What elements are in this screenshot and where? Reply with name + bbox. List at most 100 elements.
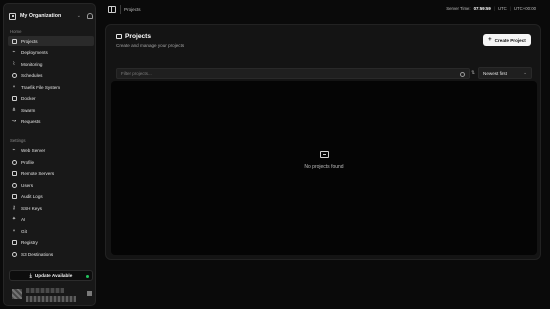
user-name-redacted (26, 288, 64, 293)
update-indicator-dot (86, 275, 89, 278)
sidebar-item-web-server[interactable]: ⌁ Web Server (8, 146, 94, 156)
sidebar-item-traefik[interactable]: ⑂ Traefik File System (8, 82, 94, 92)
plus-icon: + (488, 37, 492, 43)
sidebar-item-requests[interactable]: ↝ Requests (8, 117, 94, 127)
package-icon (11, 240, 17, 246)
update-label: Update Available (34, 273, 73, 278)
sparkle-icon: ✦ (11, 216, 17, 222)
download-icon: ⤓ (29, 272, 32, 279)
sidebar-item-users[interactable]: Users (8, 180, 94, 190)
sort-select[interactable]: Newest first ⌄ (478, 67, 532, 79)
separator: | (509, 6, 511, 11)
bell-icon[interactable] (87, 13, 93, 19)
rocket-icon: ⌁ (12, 49, 16, 55)
servers-icon (11, 171, 17, 177)
create-project-button[interactable]: + Create Project (483, 34, 531, 46)
folder-icon (116, 34, 122, 39)
server-timezone: UTC (497, 6, 507, 11)
sort-icon: ⇅ (471, 70, 476, 76)
projects-list-area: No projects found (111, 81, 537, 255)
activity-icon: ⌇ (12, 60, 16, 67)
server-offset: UTC+00:00 (513, 6, 536, 11)
sidebar-item-docker[interactable]: Docker (8, 94, 94, 104)
sidebar-item-label: Remote Servers (21, 171, 55, 176)
sidebar-item-label: Projects (21, 38, 38, 44)
avatar (12, 289, 22, 299)
sidebar-item-label: Users (21, 182, 33, 188)
org-logo-icon (9, 12, 16, 20)
breadcrumb[interactable]: Projects (124, 7, 141, 12)
topbar: Projects Server Time: 07:59:59 | UTC | U… (100, 0, 550, 20)
sidebar-toggle-icon[interactable] (108, 6, 116, 13)
sidebar-item-s3-destinations[interactable]: S3 Destinations (8, 249, 94, 259)
sidebar-item-audit-logs[interactable]: Audit Logs (8, 192, 94, 202)
sidebar-item-registry[interactable]: Registry (8, 238, 94, 248)
sidebar-item-profile[interactable]: Profile (8, 157, 94, 167)
org-switcher[interactable]: My Organization ⌄ (9, 10, 93, 22)
sidebar-item-label: Requests (21, 119, 41, 124)
section-settings-label: Settings (10, 138, 26, 143)
sidebar-item-label: S3 Destinations (21, 251, 54, 257)
folder-empty-icon (319, 151, 329, 158)
section-home-label: Home (10, 29, 22, 34)
sidebar-item-swarm[interactable]: ⋔ Swarm (8, 105, 94, 115)
server-time: Server Time: 07:59:59 | UTC | UTC+00:00 (446, 6, 536, 11)
database-icon (11, 251, 17, 257)
sidebar-item-ai[interactable]: ✦ AI (8, 215, 94, 225)
sidebar-item-label: AI (21, 217, 26, 222)
divider (120, 5, 121, 14)
chevron-down-icon: ⌄ (523, 70, 527, 75)
user-settings-icon[interactable] (87, 291, 92, 296)
sidebar-item-label: Web Server (21, 148, 46, 153)
sidebar-item-label: Deployments (21, 50, 48, 55)
user-menu[interactable] (11, 286, 95, 306)
sidebar-item-label: Profile (21, 159, 35, 165)
sidebar-item-deployments[interactable]: ⌁ Deployments (8, 48, 94, 58)
search-input[interactable]: Filter projects... (116, 68, 470, 79)
empty-state: No projects found (111, 151, 537, 170)
user-icon (11, 159, 17, 165)
log-icon (11, 194, 17, 200)
users-icon (11, 182, 17, 188)
user-email-redacted (26, 296, 76, 302)
search-icon (460, 71, 465, 77)
sidebar-item-schedules[interactable]: Schedules (8, 71, 94, 81)
arrow-icon: ↝ (11, 118, 17, 124)
server-time-label: Server Time: (446, 6, 471, 11)
sort-selected-value: Newest first (483, 70, 507, 76)
sidebar-item-label: SSH Keys (21, 205, 42, 211)
sidebar-item-monitoring[interactable]: ⌇ Monitoring (8, 59, 94, 69)
page-title-text: Projects (125, 33, 152, 40)
sidebar-item-label: Swarm (21, 107, 36, 113)
server-time-value: 07:59:59 (473, 6, 491, 11)
sidebar-item-label: Registry (21, 240, 38, 245)
box-icon (11, 96, 17, 102)
sidebar-item-label: Schedules (21, 73, 43, 78)
page-subtitle: Create and manage your projects (116, 43, 185, 48)
key-icon: ⚷ (12, 204, 16, 211)
git-icon: ⑂ (12, 227, 16, 234)
projects-card: Projects Create and manage your projects… (105, 24, 541, 260)
git-branch-icon: ⑂ (12, 83, 16, 90)
network-icon: ⋔ (11, 106, 17, 113)
sidebar-item-remote-servers[interactable]: Remote Servers (8, 169, 94, 179)
sidebar-item-label: Git (21, 228, 27, 234)
search-placeholder: Filter projects... (121, 71, 152, 76)
sidebar-item-projects[interactable]: Projects (8, 36, 94, 46)
sidebar-item-git[interactable]: ⑂ Git (8, 226, 94, 236)
empty-state-text: No projects found (304, 164, 344, 170)
org-name: My Organization (20, 13, 62, 19)
sidebar-item-ssh-keys[interactable]: ⚷ SSH Keys (8, 203, 94, 213)
sidebar-item-label: Traefik File System (21, 84, 61, 90)
clock-icon (11, 73, 17, 79)
sidebar-item-label: Docker (21, 96, 36, 101)
server-icon: ⌁ (12, 147, 16, 153)
sidebar-item-label: Audit Logs (21, 194, 43, 199)
folder-icon (11, 38, 17, 44)
sidebar-item-label: Monitoring (21, 61, 43, 67)
create-project-label: Create Project (494, 37, 526, 43)
update-available-button[interactable]: ⤓ Update Available (9, 270, 93, 281)
separator: | (493, 6, 495, 11)
page-title: Projects (116, 33, 151, 40)
chevron-updown-icon[interactable]: ⌄ (77, 13, 81, 19)
